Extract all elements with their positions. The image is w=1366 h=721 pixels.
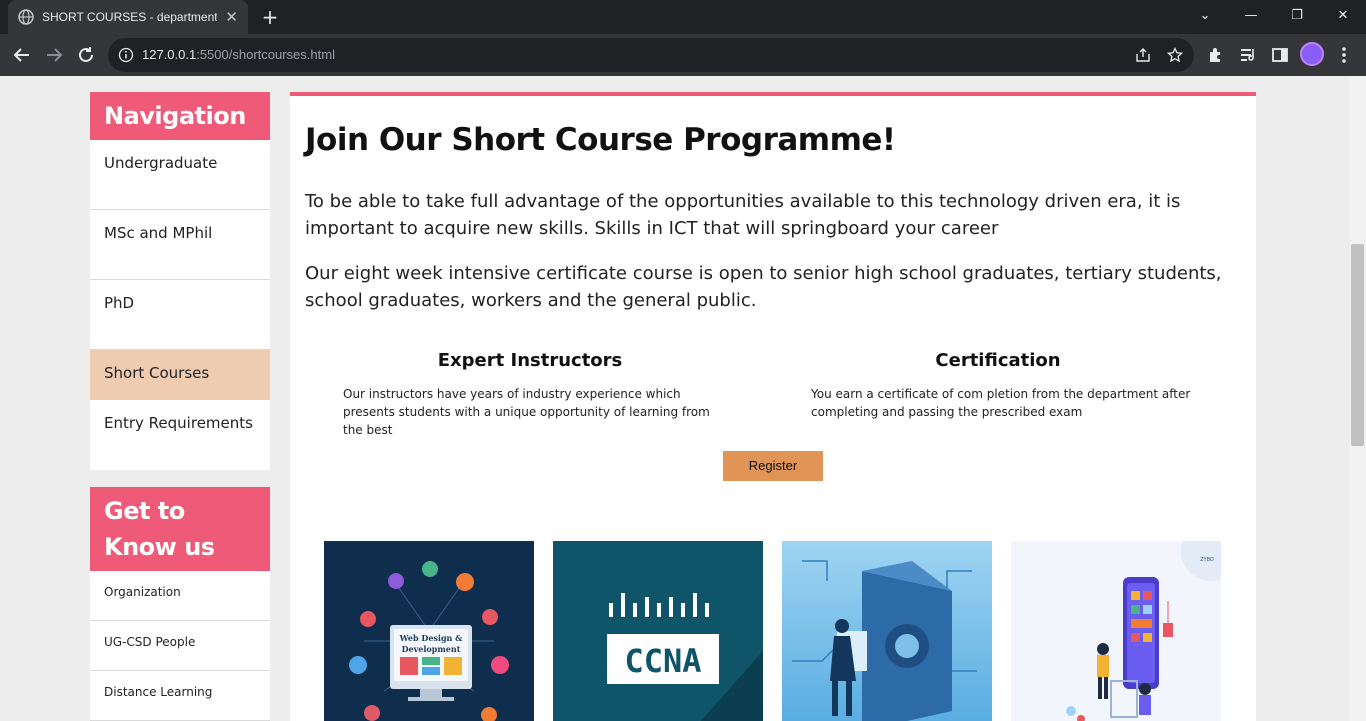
feature-title: Certification — [935, 350, 1061, 371]
feature-certification: Certification You earn a certificate of … — [798, 350, 1198, 421]
new-tab-button[interactable]: + — [258, 5, 282, 29]
card-image-text: Development — [402, 644, 461, 654]
eligibility-paragraph: Our eight week intensive certificate cou… — [305, 263, 1222, 311]
page-viewport: Navigation Undergraduate MSc and MPhil P… — [0, 76, 1349, 721]
get-to-know-heading: Get to Know us — [90, 487, 270, 571]
course-card-app-development[interactable]: ZYBO — [1011, 541, 1221, 721]
feature-text: Our instructors have years of industry e… — [343, 387, 710, 437]
navigation-heading: Navigation — [90, 92, 270, 140]
close-window-button[interactable]: ✕ — [1320, 0, 1366, 34]
bookmark-star-icon[interactable] — [1166, 46, 1184, 64]
course-card-web-design[interactable]: Web Design & Development — [324, 541, 534, 721]
navigation-panel: Navigation Undergraduate MSc and MPhil P… — [90, 92, 270, 470]
profile-avatar[interactable] — [1300, 42, 1324, 66]
browser-tab[interactable]: SHORT COURSES - department of ✕ — [8, 0, 248, 34]
page-scrollbar[interactable] — [1349, 76, 1366, 721]
sidebar-item-entry-requirements[interactable]: Entry Requirements — [90, 400, 270, 470]
browser-tab-strip: SHORT COURSES - department of ✕ + ⌄ — ❐ … — [0, 0, 1366, 34]
browser-toolbar: 127.0.0.1:5500/shortcourses.html — [0, 34, 1366, 76]
sidebar-item-msc-mphil[interactable]: MSc and MPhil — [90, 210, 270, 280]
back-icon[interactable] — [10, 43, 34, 67]
more-menu-icon[interactable] — [1334, 45, 1354, 65]
globe-icon — [18, 9, 34, 25]
main-content: Join Our Short Course Programme! To be a… — [290, 92, 1256, 721]
get-to-know-panel: Get to Know us Organization UG-CSD Peopl… — [90, 487, 270, 721]
card-image-text: Web Design & — [399, 633, 464, 643]
sidebar-item-ug-csd-people[interactable]: UG-CSD People — [90, 621, 270, 671]
tab-search-icon[interactable]: ⌄ — [1182, 0, 1228, 34]
course-card-ccna[interactable]: CCNA — [553, 541, 763, 721]
page-title: Join Our Short Course Programme! — [305, 122, 896, 158]
media-control-icon[interactable] — [1238, 45, 1258, 65]
feature-text: You earn a certificate of com pletion fr… — [811, 387, 1191, 419]
sidebar-item-undergraduate[interactable]: Undergraduate — [90, 140, 270, 210]
sidebar-item-short-courses[interactable]: Short Courses — [90, 350, 270, 400]
scrollbar-thumb[interactable] — [1351, 244, 1364, 446]
extensions-icon[interactable] — [1206, 45, 1226, 65]
sidebar-item-distance-learning[interactable]: Distance Learning — [90, 671, 270, 721]
sidebar-item-organization[interactable]: Organization — [90, 571, 270, 621]
url-text: 127.0.0.1:5500/shortcourses.html — [142, 47, 335, 62]
course-card-security[interactable] — [782, 541, 992, 721]
feature-expert-instructors: Expert Instructors Our instructors have … — [330, 350, 730, 439]
url-host: 127.0.0.1 — [142, 47, 197, 62]
share-icon[interactable] — [1134, 46, 1152, 64]
register-button[interactable]: Register — [723, 451, 823, 481]
close-tab-icon[interactable]: ✕ — [225, 8, 238, 26]
site-info-icon[interactable] — [118, 47, 134, 63]
forward-icon[interactable] — [42, 43, 66, 67]
card-image-text: ZYBO — [1200, 557, 1214, 563]
url-path: :5500/shortcourses.html — [196, 47, 335, 62]
address-bar[interactable]: 127.0.0.1:5500/shortcourses.html — [108, 38, 1194, 72]
feature-title: Expert Instructors — [437, 350, 623, 371]
minimize-button[interactable]: — — [1228, 0, 1274, 34]
tab-title: SHORT COURSES - department of — [42, 10, 218, 24]
card-image-text: CCNA — [624, 642, 701, 680]
side-panel-icon[interactable] — [1270, 45, 1290, 65]
intro-paragraph: To be able to take full advantage of the… — [305, 191, 1181, 239]
restore-button[interactable]: ❐ — [1274, 0, 1320, 34]
sidebar-item-phd[interactable]: PhD — [90, 280, 270, 350]
reload-icon[interactable] — [74, 43, 98, 67]
